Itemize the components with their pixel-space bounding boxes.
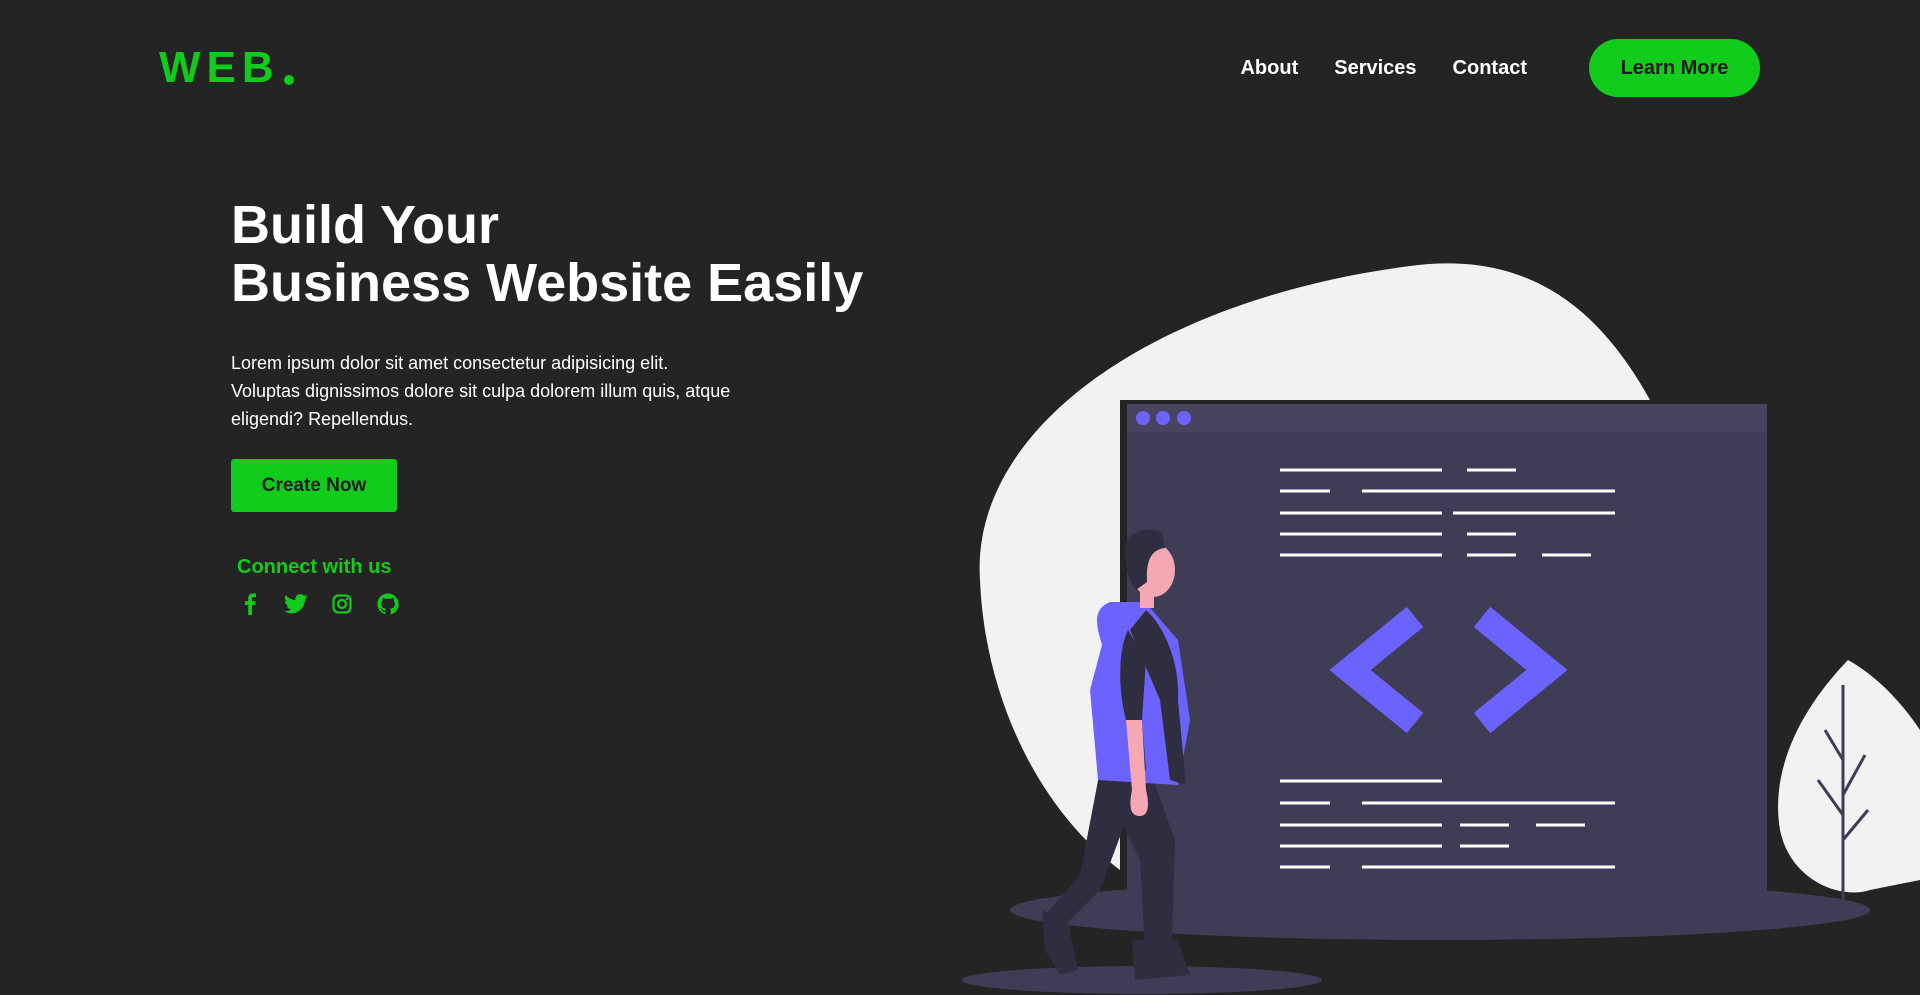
hero-description: Lorem ipsum dolor sit amet consectetur a… [231, 349, 791, 433]
browser-titlebar [1127, 404, 1767, 432]
connect-section: Connect with us [237, 556, 421, 617]
logo-dot [283, 75, 294, 85]
hero-illustration [962, 263, 1920, 994]
hero-text-line3: eligendi? Repellendus. [231, 409, 414, 429]
tree-leaf [1778, 660, 1920, 893]
facebook-icon[interactable] [237, 591, 263, 617]
twitter-icon[interactable] [283, 591, 309, 617]
hero-title: Build Your Business Website Easily [231, 196, 863, 312]
browser-window [1127, 404, 1767, 914]
hero-title-line1: Build Your [231, 195, 499, 255]
github-icon[interactable] [375, 591, 401, 617]
hero-text-line2: Voluptas dignissimos dolore sit culpa do… [231, 381, 731, 401]
connect-title: Connect with us [237, 556, 392, 578]
top-nav: About Services Contact Learn More [1240, 39, 1760, 97]
window-dot-3 [1177, 411, 1191, 425]
social-links [237, 591, 421, 617]
window-dot-2 [1156, 411, 1170, 425]
create-now-button[interactable]: Create Now [231, 459, 397, 512]
nav-link-about[interactable]: About [1240, 57, 1298, 80]
learn-more-button[interactable]: Learn More [1589, 39, 1760, 97]
logo[interactable]: WEB [159, 42, 294, 94]
logo-text: WEB [159, 43, 280, 92]
hero-title-line2: Business Website Easily [231, 253, 864, 313]
window-dot-1 [1136, 411, 1150, 425]
hero-text-line1: Lorem ipsum dolor sit amet consectetur a… [231, 353, 669, 373]
hero-section: Build Your Business Website Easily Lorem… [231, 196, 863, 512]
nav-link-contact[interactable]: Contact [1453, 57, 1527, 80]
instagram-icon[interactable] [329, 591, 355, 617]
nav-link-services[interactable]: Services [1334, 57, 1416, 80]
